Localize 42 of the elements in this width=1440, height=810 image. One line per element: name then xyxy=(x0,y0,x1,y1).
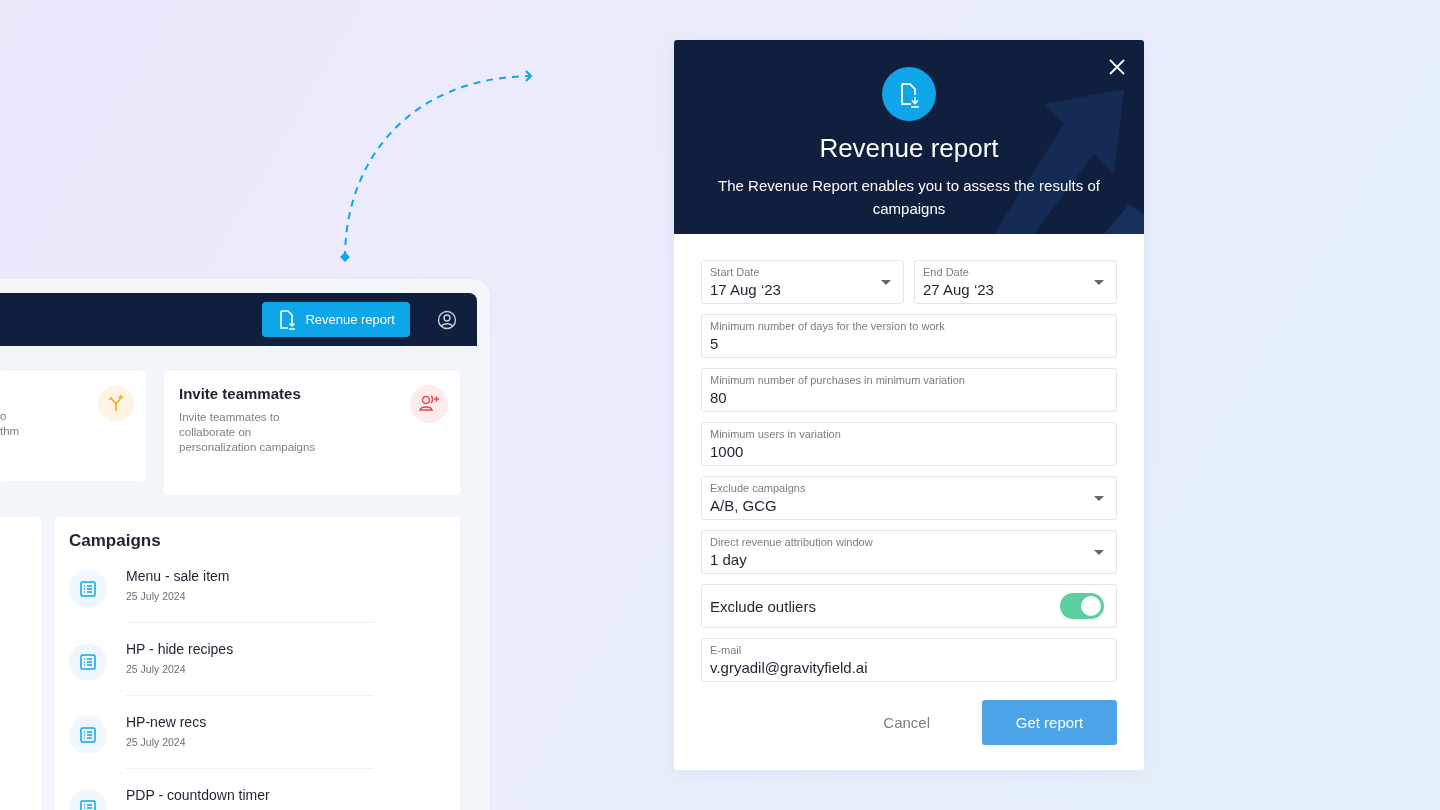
cancel-button[interactable]: Cancel xyxy=(877,713,936,732)
list-icon xyxy=(69,643,107,681)
dropdown-field[interactable]: End Date 27 Aug ‘23 xyxy=(914,260,1117,304)
card-text: thm xyxy=(0,424,20,439)
card-text: Invite teammates to collaborate on personalization campaigns xyxy=(179,410,317,455)
campaign-item[interactable]: HP-new recs 25 July 2024 xyxy=(69,714,446,787)
campaign-item[interactable]: PDP - countdown timer xyxy=(69,787,446,810)
branch-arrows-icon xyxy=(98,385,134,421)
campaign-name: HP - hide recipes xyxy=(126,641,235,657)
input-field[interactable]: Minimum number of days for the version to work 5 xyxy=(701,314,1117,358)
campaign-item[interactable]: HP - hide recipes 25 July 2024 xyxy=(69,641,446,714)
caret-icon xyxy=(1094,549,1104,555)
user-avatar-icon[interactable] xyxy=(437,309,457,330)
input-field[interactable]: E-mail v.gryadil@gravityfield.ai xyxy=(701,638,1117,682)
list-icon xyxy=(69,570,107,608)
file-download-icon xyxy=(279,309,298,330)
close-icon[interactable] xyxy=(1109,59,1125,75)
campaign-name: PDP - countdown timer xyxy=(126,787,270,803)
toggle-switch[interactable] xyxy=(1060,593,1104,619)
campaign-date: 25 July 2024 xyxy=(126,590,187,602)
campaign-name: HP-new recs xyxy=(126,714,208,730)
caret-icon xyxy=(881,279,891,285)
campaign-date: 25 July 2024 xyxy=(126,736,187,748)
campaign-date: 25 July 2024 xyxy=(126,663,187,675)
dialog-title: Revenue report xyxy=(819,133,999,164)
dialog-description: The Revenue Report enables you to assess the results of campaigns xyxy=(717,176,1101,219)
add-user-icon xyxy=(410,385,448,423)
list-icon xyxy=(69,716,107,754)
input-field[interactable]: Minimum number of purchases in minimum variation 80 xyxy=(701,368,1117,412)
file-download-icon xyxy=(882,67,936,121)
campaign-item[interactable]: Menu - sale item 25 July 2024 xyxy=(69,568,446,641)
card-title: Invite teammates xyxy=(179,385,302,402)
card-text: o xyxy=(0,409,8,424)
dropdown-field[interactable]: Start Date 17 Aug ‘23 xyxy=(701,260,904,304)
campaigns-title: Campaigns xyxy=(69,531,162,551)
dropdown-field[interactable]: Exclude campaigns A/B, GCG xyxy=(701,476,1117,520)
input-field[interactable]: Minimum users in variation 1000 xyxy=(701,422,1117,466)
caret-icon xyxy=(1094,279,1104,285)
toggle-label: Exclude outliers xyxy=(710,597,816,615)
campaign-name: Menu - sale item xyxy=(126,568,231,584)
dropdown-field[interactable]: Direct revenue attribution window 1 day xyxy=(701,530,1117,574)
caret-icon xyxy=(1094,495,1104,501)
